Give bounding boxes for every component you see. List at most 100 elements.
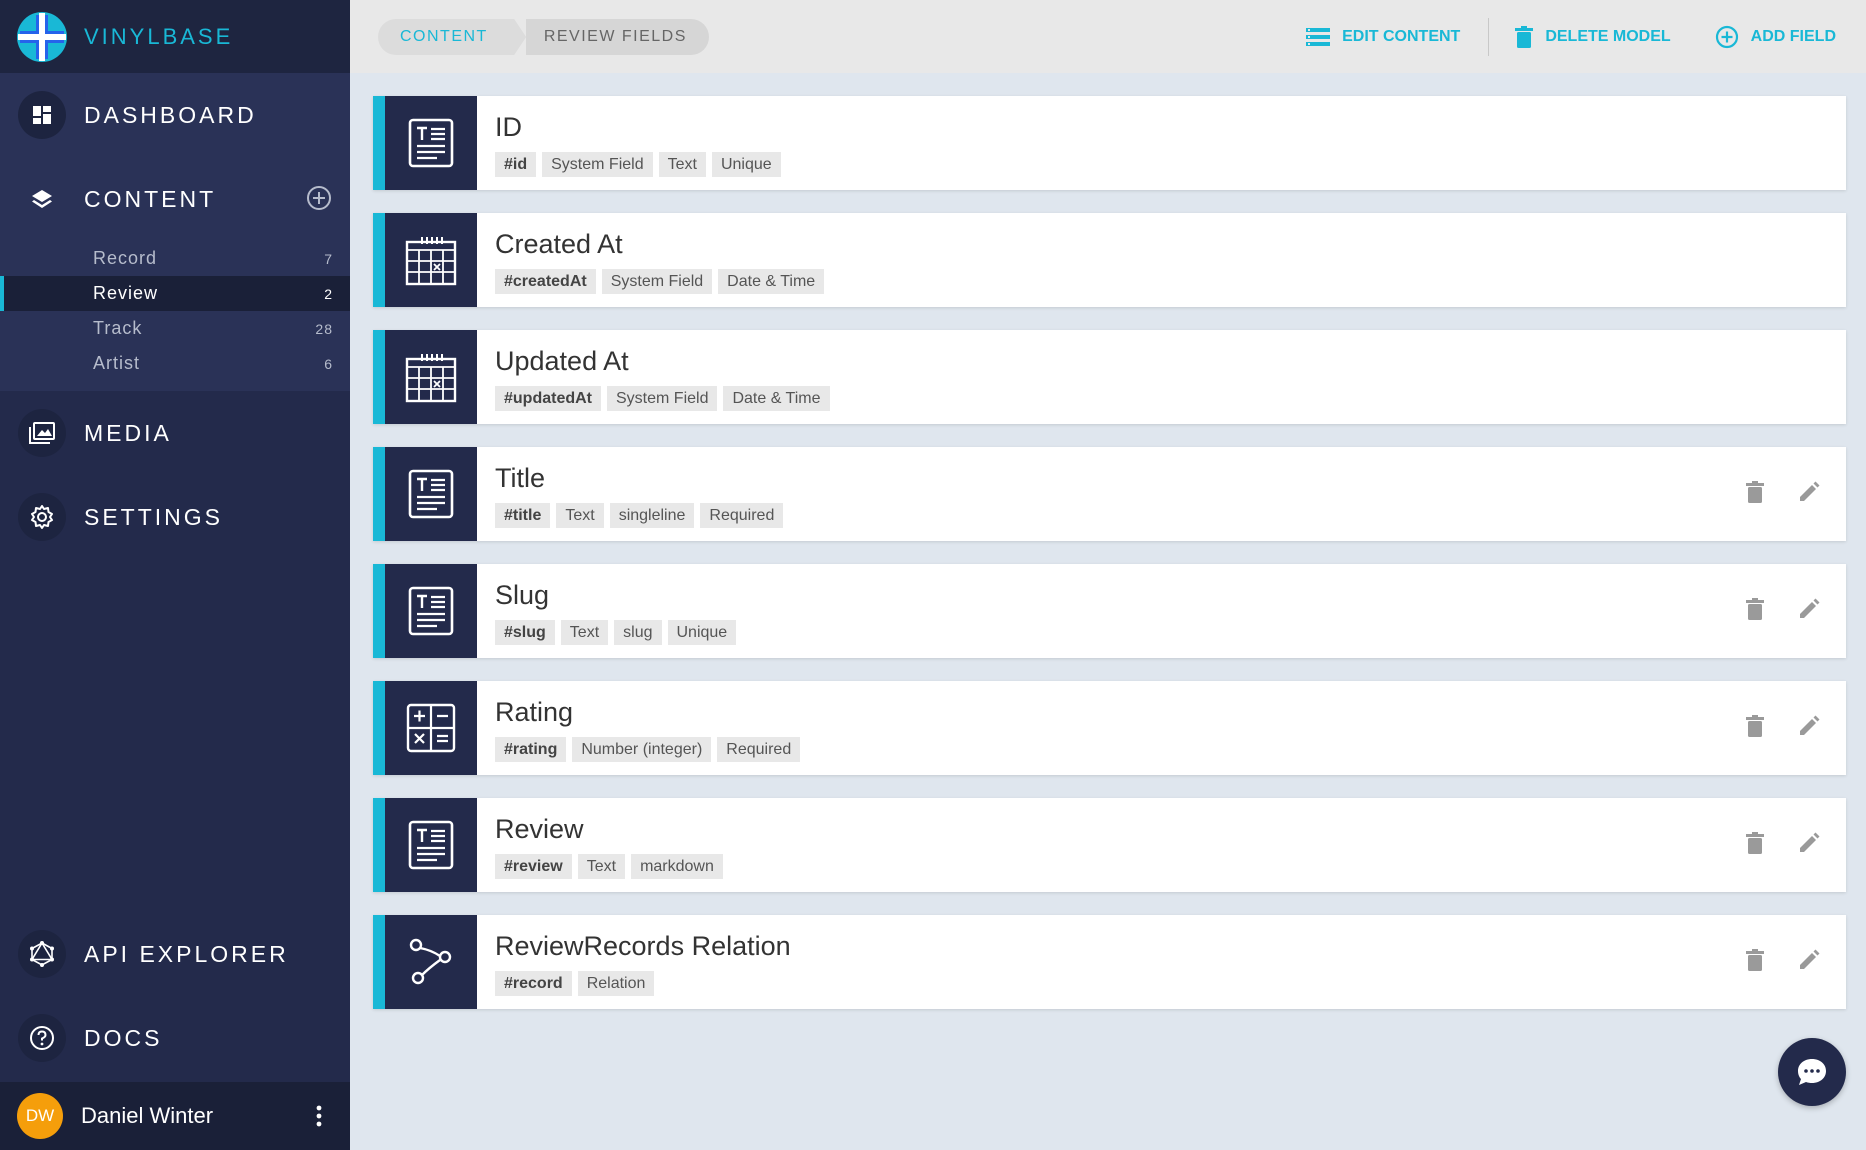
top-bar: CONTENT REVIEW FIELDS EDIT CONTENT DELET… (350, 0, 1866, 73)
graphql-icon (18, 930, 66, 978)
brand[interactable]: VINYLBASE (0, 0, 350, 73)
field-tags: #rating Number (integer) Required (495, 737, 806, 762)
field-card[interactable]: Rating #rating Number (integer) Required (373, 681, 1846, 775)
field-actions (1712, 949, 1820, 976)
user-name: Daniel Winter (81, 1103, 214, 1128)
model-item-review[interactable]: Review 2 (0, 276, 350, 311)
field-name: Title (495, 463, 546, 493)
field-name: ReviewRecords Relation (495, 931, 791, 961)
field-tag: Unique (667, 620, 737, 645)
field-body: Created At #createdAt System Field Date & T… (477, 213, 830, 307)
field-tags: #createdAt System Field Date & Time (495, 269, 830, 294)
delete-field-icon[interactable] (1746, 715, 1764, 742)
field-card[interactable]: Created At #createdAt System Field Date & T… (373, 213, 1846, 307)
model-list: Record 7 Review 2 Track 28 Artist 6 (0, 241, 350, 381)
field-api-id-tag: #rating (495, 737, 567, 762)
delete-model-button[interactable]: DELETE MODEL (1515, 25, 1671, 48)
field-card[interactable]: Title #title Text singleline Required (373, 447, 1846, 541)
delete-field-icon[interactable] (1746, 481, 1764, 508)
trash-icon (1515, 25, 1534, 48)
field-api-id-tag: #updatedAt (495, 386, 601, 411)
nav-settings[interactable]: SETTINGS (0, 475, 350, 559)
nav-api-explorer-label: API EXPLORER (84, 940, 289, 967)
field-tags: #record Relation (495, 971, 791, 996)
breadcrumb-content[interactable]: CONTENT (378, 19, 526, 55)
field-name: Rating (495, 697, 574, 727)
add-field-label: ADD FIELD (1750, 27, 1836, 45)
add-field-button[interactable]: ADD FIELD (1715, 25, 1836, 49)
model-item-track[interactable]: Track 28 (0, 311, 350, 346)
field-accent (373, 915, 385, 1009)
field-tag: singleline (609, 503, 695, 528)
field-card[interactable]: Updated At #updatedAt System Field Date & T… (373, 330, 1846, 424)
field-card[interactable]: Slug #slug Text slug Unique (373, 564, 1846, 658)
avatar[interactable]: DW (17, 1093, 63, 1139)
app-name: VINYLBASE (84, 23, 234, 49)
gear-icon (18, 493, 66, 541)
add-model-icon[interactable] (306, 185, 332, 211)
field-name: ID (495, 112, 522, 142)
nav-docs[interactable]: DOCS (0, 996, 350, 1080)
more-vert-icon[interactable] (316, 1104, 322, 1128)
field-tags: #slug Text slug Unique (495, 620, 742, 645)
field-tags: #updatedAt System Field Date & Time (495, 386, 836, 411)
field-body: Updated At #updatedAt System Field Date & T… (477, 330, 836, 424)
model-item-label: Record (93, 248, 158, 268)
field-accent (373, 681, 385, 775)
field-accent (373, 96, 385, 190)
edit-field-icon[interactable] (1798, 598, 1820, 625)
toolbar-divider (1488, 17, 1490, 56)
field-body: Review #review Text markdown (477, 798, 729, 892)
media-icon (18, 409, 66, 457)
edit-field-icon[interactable] (1798, 715, 1820, 742)
field-name: Slug (495, 580, 550, 610)
field-tag: Date & Time (718, 269, 825, 294)
nav-media[interactable]: MEDIA (0, 391, 350, 475)
calendar-icon (385, 213, 477, 307)
field-card[interactable]: ID #id System Field Text Unique (373, 96, 1846, 190)
nav-api-explorer[interactable]: API EXPLORER (0, 912, 350, 996)
model-item-label: Track (93, 318, 143, 338)
field-tag: Required (717, 737, 801, 762)
delete-field-icon[interactable] (1746, 598, 1764, 625)
field-accent (373, 213, 385, 307)
nav-content-label: CONTENT (84, 185, 217, 212)
edit-content-label: EDIT CONTENT (1342, 27, 1461, 45)
model-item-artist[interactable]: Artist 6 (0, 346, 350, 381)
field-api-id-tag: #slug (495, 620, 555, 645)
field-card[interactable]: ReviewRecords Relation #record Relation (373, 915, 1846, 1009)
breadcrumb-review-fields: REVIEW FIELDS (513, 19, 709, 55)
edit-field-icon[interactable] (1798, 481, 1820, 508)
chat-icon (1798, 1059, 1826, 1085)
field-tag: Text (556, 503, 604, 528)
nav-media-label: MEDIA (84, 419, 172, 446)
field-tags: #title Text singleline Required (495, 503, 789, 528)
field-api-id-tag: #title (495, 503, 551, 528)
calendar-icon (385, 330, 477, 424)
field-list: ID #id System Field Text Unique Created At #cr… (373, 96, 1846, 1032)
delete-model-label: DELETE MODEL (1545, 27, 1671, 45)
field-api-id-tag: #review (495, 854, 572, 879)
field-card[interactable]: Review #review Text markdown (373, 798, 1846, 892)
toolbar: EDIT CONTENT DELETE MODEL ADD FIELD (1280, 0, 1836, 73)
field-body: Slug #slug Text slug Unique (477, 564, 742, 658)
edit-field-icon[interactable] (1798, 832, 1820, 859)
field-tag: System Field (601, 269, 713, 294)
edit-content-button[interactable]: EDIT CONTENT (1306, 27, 1460, 47)
edit-field-icon[interactable] (1798, 949, 1820, 976)
chat-button[interactable] (1778, 1038, 1846, 1106)
field-tag: markdown (631, 854, 723, 879)
user-panel[interactable]: DW Daniel Winter (0, 1082, 350, 1150)
model-item-label: Review (93, 283, 159, 303)
model-item-record[interactable]: Record 7 (0, 241, 350, 276)
nav-dashboard[interactable]: DASHBOARD (0, 73, 350, 157)
model-item-label: Artist (93, 353, 141, 373)
delete-field-icon[interactable] (1746, 832, 1764, 859)
field-accent (373, 330, 385, 424)
delete-field-icon[interactable] (1746, 949, 1764, 976)
field-actions (1712, 832, 1820, 859)
field-tag: Text (658, 152, 706, 177)
field-actions (1712, 598, 1820, 625)
field-name: Created At (495, 229, 623, 259)
nav-content[interactable]: CONTENT (0, 157, 350, 241)
